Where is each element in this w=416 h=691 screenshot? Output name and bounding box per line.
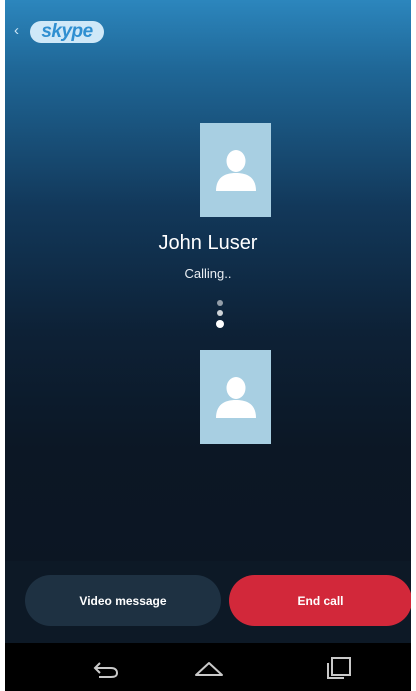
progress-dot — [216, 320, 224, 328]
top-bar: ‹ skype — [5, 0, 411, 54]
person-icon — [216, 150, 256, 191]
person-icon — [216, 377, 256, 418]
progress-dot — [217, 300, 223, 306]
back-arrow-icon[interactable] — [90, 655, 120, 679]
skype-logo-text: skype — [41, 21, 93, 42]
contact-name: John Luser — [158, 232, 258, 254]
recent-apps-icon[interactable] — [324, 655, 354, 679]
three-dots-vertical-icon — [216, 300, 226, 334]
call-screen: ‹ skype John Luser Calling.. Video messa… — [5, 0, 411, 691]
back-chevron-icon[interactable]: ‹ — [14, 23, 19, 38]
call-actions-bar: Video message End call — [5, 561, 411, 643]
android-nav-bar — [5, 643, 411, 691]
home-icon[interactable] — [193, 655, 223, 679]
call-status: Calling.. — [184, 266, 232, 281]
progress-dot — [217, 310, 223, 316]
remote-avatar — [200, 123, 271, 217]
video-message-button[interactable]: Video message — [25, 575, 221, 626]
local-avatar — [200, 350, 271, 444]
skype-logo[interactable]: skype — [29, 19, 105, 45]
end-call-button[interactable]: End call — [229, 575, 411, 626]
